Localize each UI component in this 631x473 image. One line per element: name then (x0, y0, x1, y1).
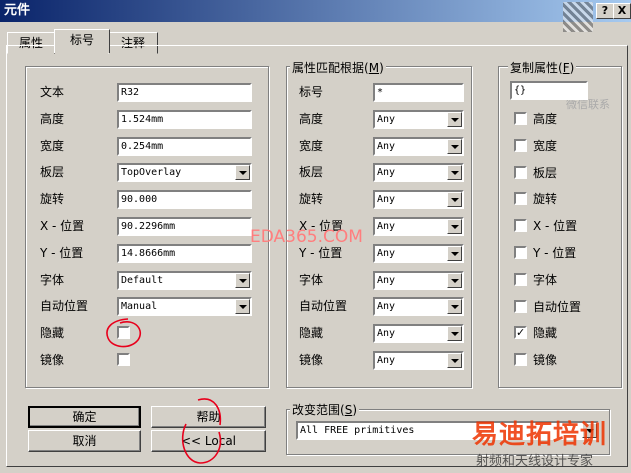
annotation-circle-hidden (106, 318, 142, 348)
annotation-circle-help (197, 398, 222, 426)
annotation-circle-local (181, 423, 222, 464)
tab-designator[interactable]: 标号 (54, 29, 110, 53)
annotation-layer (106, 318, 222, 464)
